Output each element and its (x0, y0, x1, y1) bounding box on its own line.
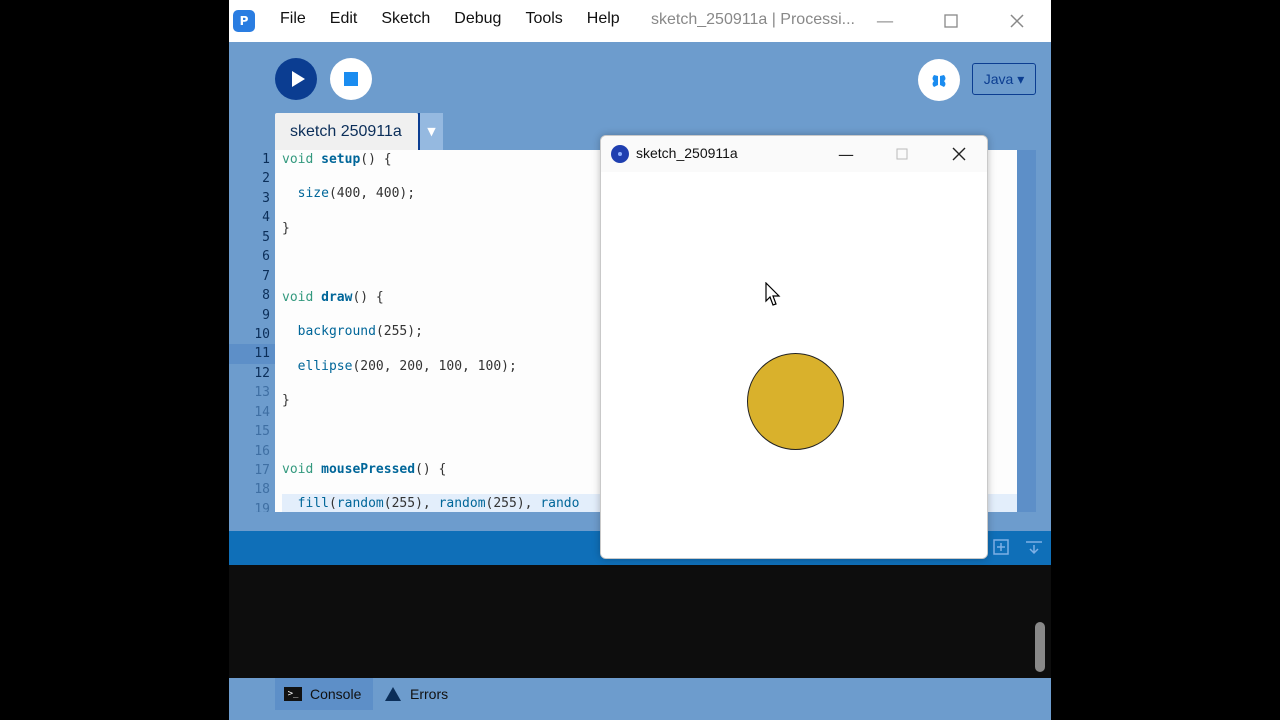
menu-debug[interactable]: Debug (454, 10, 501, 28)
processing-logo-icon: P (233, 10, 255, 32)
stop-button[interactable] (330, 58, 372, 100)
mouse-cursor-icon (765, 282, 781, 306)
warning-icon (385, 687, 401, 701)
menu-help[interactable]: Help (587, 10, 620, 28)
line-number: 2 (262, 171, 270, 187)
tab-errors[interactable]: Errors (385, 678, 475, 710)
tab-sketch[interactable]: sketch 250911a (275, 113, 418, 150)
line-number: 12 (254, 365, 270, 381)
menu-file[interactable]: File (280, 10, 306, 28)
maximize-icon[interactable] (936, 8, 966, 34)
line-number: 15 (254, 424, 270, 440)
line-number: 3 (262, 190, 270, 206)
minimize-icon[interactable]: — (870, 8, 900, 34)
line-number: 6 (262, 249, 270, 265)
console-scrollbar[interactable] (1035, 622, 1045, 672)
line-number: 7 (262, 268, 270, 284)
line-number: 4 (262, 210, 270, 226)
tab-errors-label: Errors (410, 686, 449, 702)
sketch-canvas[interactable] (601, 172, 987, 558)
bottom-tab-bar: >_ Console Errors (229, 678, 1051, 720)
sketch-title-bar: sketch_250911a — (601, 136, 987, 172)
sketch-window: sketch_250911a — (600, 135, 988, 559)
line-number: 14 (254, 404, 270, 420)
line-number: 16 (254, 443, 270, 459)
line-number: 18 (254, 482, 270, 498)
title-bar: P File Edit Sketch Debug Tools Help sket… (229, 0, 1051, 42)
menu-bar: File Edit Sketch Debug Tools Help (280, 10, 644, 28)
console-area (229, 565, 1051, 678)
tab-menu-arrow-icon[interactable]: ▼ (418, 113, 443, 150)
line-number: 19 (254, 501, 270, 512)
toolbar: Java ▾ (229, 42, 1051, 114)
line-number: 17 (254, 463, 270, 478)
sketch-minimize-icon[interactable]: — (832, 142, 860, 166)
tab-console[interactable]: >_ Console (275, 678, 373, 710)
menu-edit[interactable]: Edit (330, 10, 358, 28)
close-icon[interactable] (1002, 8, 1032, 34)
run-button[interactable] (275, 58, 317, 100)
line-number: 1 (262, 152, 270, 167)
line-number: 10 (254, 326, 270, 342)
sketch-close-icon[interactable] (945, 142, 973, 166)
line-number: 9 (262, 307, 270, 323)
line-number: 8 (262, 288, 270, 304)
sketch-maximize-icon[interactable] (888, 142, 916, 166)
line-number: 5 (262, 229, 270, 245)
mode-selector[interactable]: Java ▾ (972, 63, 1036, 95)
line-number: 11 (229, 344, 275, 364)
debug-butterfly-icon[interactable] (918, 59, 960, 101)
menu-sketch[interactable]: Sketch (381, 10, 430, 28)
tab-console-label: Console (310, 686, 362, 702)
console-icon: >_ (284, 687, 302, 701)
sketch-ellipse (747, 353, 844, 450)
menu-tools[interactable]: Tools (525, 10, 562, 28)
line-number: 13 (254, 385, 270, 401)
add-tab-icon[interactable] (993, 539, 1011, 557)
sketch-app-icon (611, 145, 629, 163)
sketch-window-title: sketch_250911a (636, 145, 738, 161)
line-number-gutter: 1 2 3 4 5 6 7 8 9 10 11 12 13 14 15 16 1… (229, 150, 275, 512)
window-title: sketch_250911a | Processi... (651, 11, 855, 28)
editor-scrollbar[interactable] (1017, 150, 1036, 512)
collapse-console-icon[interactable] (1025, 539, 1043, 557)
